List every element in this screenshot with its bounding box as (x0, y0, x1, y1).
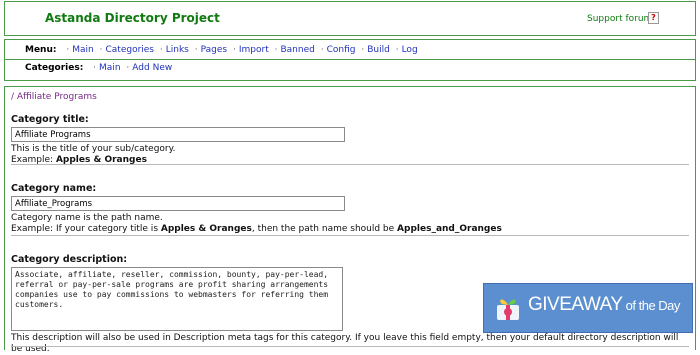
giveaway-watermark: GIVEAWAY of the Day (483, 283, 693, 333)
breadcrumb[interactable]: / Affiliate Programs (11, 92, 97, 102)
category-name-input[interactable] (11, 196, 345, 211)
categories-label: Categories: (25, 63, 84, 73)
menu-item-main[interactable]: Main (72, 45, 94, 55)
navigation-bar: Menu: · Main · Categories · Links · Pages · I… (4, 39, 696, 81)
giveaway-label: GIVEAWAY of the Day (528, 294, 680, 315)
title-label: Category title: (11, 114, 89, 125)
menu-item-import[interactable]: Import (239, 45, 269, 55)
menu-item-links[interactable]: Links (166, 45, 189, 55)
section-divider (11, 346, 689, 347)
title-help: This is the title of your sub/category. … (11, 144, 176, 165)
menu-item-categories[interactable]: Categories (105, 45, 154, 55)
menu-item-log[interactable]: Log (402, 45, 418, 55)
category-title-input[interactable] (11, 127, 345, 142)
menu-item-banned[interactable]: Banned (280, 45, 314, 55)
section-divider (11, 235, 689, 236)
name-section: Category name: Category name is the path… (11, 183, 689, 235)
description-help: This description will also be used in De… (11, 333, 679, 354)
gift-icon (497, 299, 519, 320)
categories-menu: Categories: · Main · Add New (25, 63, 173, 73)
header-bar: Astanda Directory Project Support forums… (4, 1, 696, 36)
name-label: Category name: (11, 183, 97, 194)
help-icon[interactable]: ? (648, 12, 659, 24)
categories-item-add-new[interactable]: Add New (132, 63, 172, 73)
main-menu: Menu: · Main · Categories · Links · Pages · I… (25, 45, 418, 55)
name-help: Category name is the path name. Example:… (11, 213, 502, 234)
category-description-textarea[interactable]: Associate, affiliate, reseller, commissi… (11, 267, 343, 331)
menu-label: Menu: (25, 45, 57, 55)
section-divider (11, 164, 689, 165)
title-section: Category title: This is the title of you… (11, 114, 689, 166)
categories-item-main[interactable]: Main (99, 63, 121, 73)
menu-divider (5, 59, 695, 60)
app-title: Astanda Directory Project (45, 11, 220, 25)
support-forums-link[interactable]: Support forums (587, 14, 657, 24)
menu-item-pages[interactable]: Pages (201, 45, 227, 55)
description-label: Category description: (11, 254, 128, 265)
menu-item-build[interactable]: Build (367, 45, 390, 55)
menu-item-config[interactable]: Config (327, 45, 356, 55)
